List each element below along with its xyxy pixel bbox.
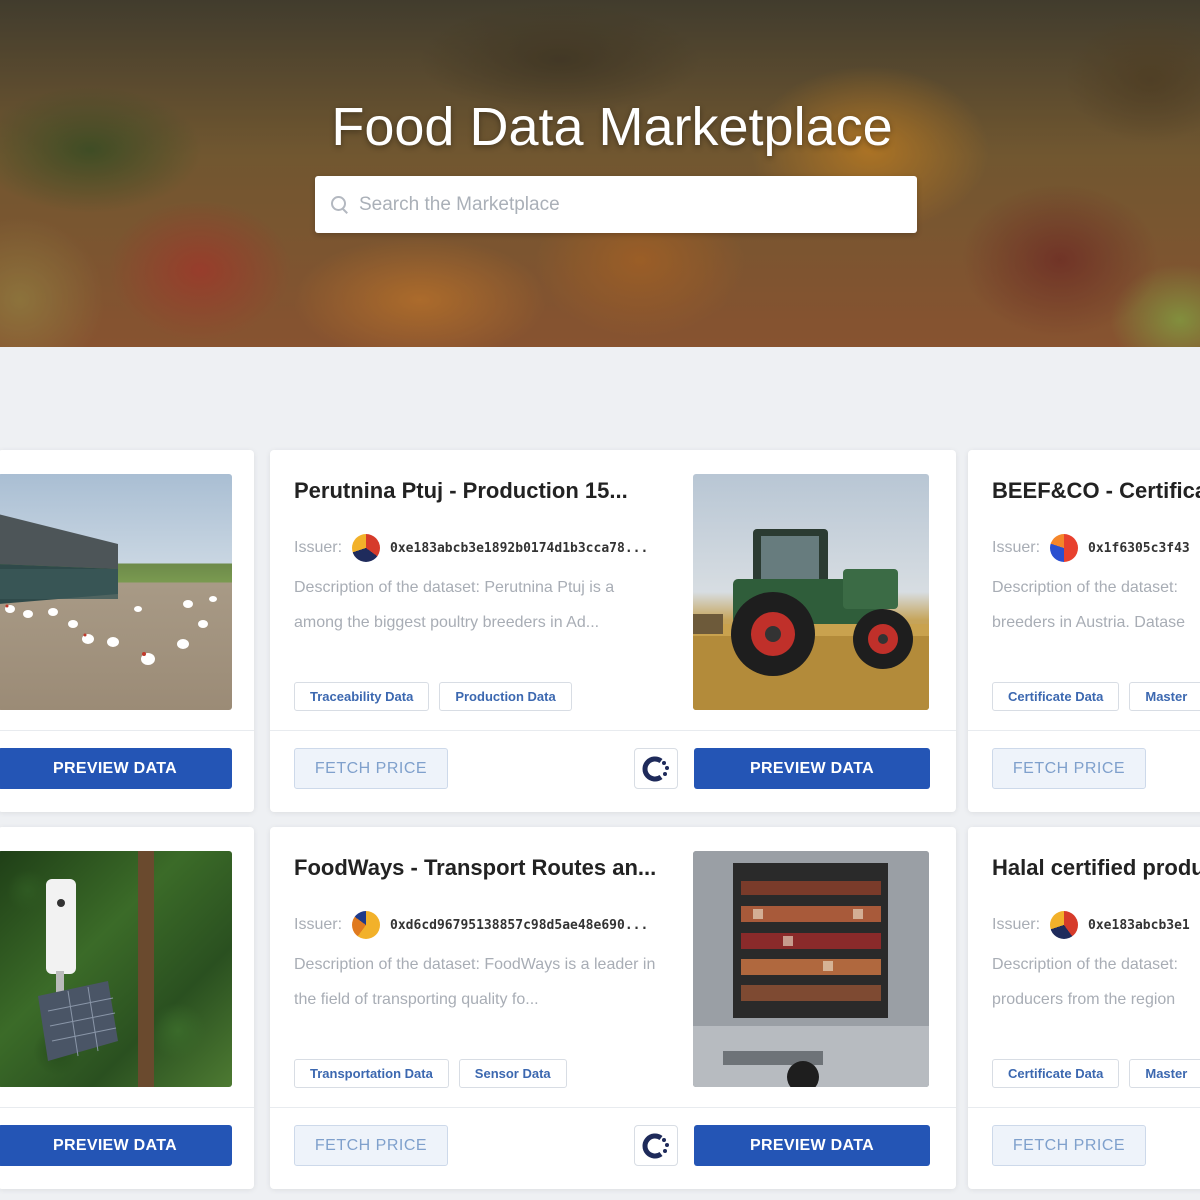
preview-data-button[interactable]: PREVIEW DATA	[694, 748, 930, 789]
fetch-price-button[interactable]: FETCH PRICE	[992, 1125, 1146, 1166]
fetch-price-button[interactable]: FETCH PRICE	[294, 748, 448, 789]
page-title: Food Data Marketplace	[331, 97, 893, 157]
tag-chip[interactable]: Master	[1129, 682, 1200, 711]
issuer-row: Issuer: 0xe183abcb3e1892b0174d1b3cca78..…	[294, 534, 648, 562]
preview-data-button[interactable]: PREVIEW DATA	[0, 748, 232, 789]
dataset-description: Description of the dataset: breeders in …	[992, 570, 1200, 640]
tractor-image	[693, 474, 929, 710]
description-line: among the biggest poultry breeders in Ad…	[294, 614, 600, 631]
description-line: the field of transporting quality fo...	[294, 991, 539, 1008]
tag-chip[interactable]: Production Data	[439, 682, 572, 711]
card-divider	[270, 1107, 956, 1108]
delivery-truck-illustration	[693, 851, 929, 1087]
issuer-label: Issuer:	[294, 916, 343, 933]
fetch-price-button[interactable]: FETCH PRICE	[992, 748, 1146, 789]
dataset-card-halal[interactable]: Halal certified produ Issuer: 0xe183abcb…	[968, 827, 1200, 1189]
card-divider	[0, 730, 254, 731]
description-line: Description of the dataset: FoodWays is …	[294, 956, 656, 973]
preview-data-button[interactable]: PREVIEW DATA	[0, 1125, 232, 1166]
tag-list: Traceability Data Production Data	[294, 682, 572, 711]
search-icon	[331, 195, 349, 214]
issuer-address[interactable]: 0xe183abcb3e1	[1088, 918, 1190, 933]
dataset-card-beefco[interactable]: BEEF&CO - Certifica Issuer: 0x1f6305c3f4…	[968, 450, 1200, 812]
description-line: Description of the dataset:	[992, 579, 1178, 596]
delivery-truck-image	[693, 851, 929, 1087]
tag-chip[interactable]: Certificate Data	[992, 682, 1120, 711]
field-sensor-illustration	[38, 851, 154, 1087]
dataset-card-perutnina[interactable]: Perutnina Ptuj - Production 15... Issuer…	[270, 450, 956, 812]
card-title[interactable]: Halal certified produ	[992, 855, 1200, 881]
token-logo-icon	[642, 1133, 669, 1158]
tag-chip[interactable]: Traceability Data	[294, 682, 430, 711]
tag-chip[interactable]: Master	[1129, 1059, 1200, 1088]
issuer-row: Issuer: 0xe183abcb3e1	[992, 911, 1190, 939]
token-icon[interactable]	[634, 748, 678, 789]
card-divider	[0, 1107, 254, 1108]
description-line: Description of the dataset:	[992, 956, 1178, 973]
hero-banner: Food Data Marketplace	[0, 0, 1200, 347]
card-divider	[968, 730, 1200, 731]
description-line: Description of the dataset: Perutnina Pt…	[294, 579, 615, 596]
tractor-illustration	[693, 529, 929, 710]
dataset-card-foodways[interactable]: FoodWays - Transport Routes an... Issuer…	[270, 827, 956, 1189]
tag-list: Certificate Data Master	[992, 682, 1200, 711]
issuer-avatar	[1050, 911, 1079, 939]
issuer-row: Issuer: 0x1f6305c3f43	[992, 534, 1190, 562]
issuer-row: Issuer: 0xd6cd96795138857c98d5ae48e690..…	[294, 911, 648, 939]
fetch-price-button[interactable]: FETCH PRICE	[294, 1125, 448, 1166]
issuer-avatar	[1050, 534, 1079, 562]
issuer-label: Issuer:	[294, 539, 343, 556]
card-title[interactable]: FoodWays - Transport Routes an...	[294, 855, 674, 881]
card-title[interactable]: Perutnina Ptuj - Production 15...	[294, 478, 674, 504]
field-sensor-image	[0, 851, 232, 1087]
dataset-description: Description of the dataset: Perutnina Pt…	[294, 570, 689, 640]
poultry-farm-illustration	[0, 514, 217, 665]
issuer-address[interactable]: 0xd6cd96795138857c98d5ae48e690...	[390, 918, 648, 933]
issuer-label: Issuer:	[992, 916, 1041, 933]
issuer-avatar	[352, 534, 381, 562]
issuer-address[interactable]: 0xe183abcb3e1892b0174d1b3cca78...	[390, 541, 648, 556]
issuer-address[interactable]: 0x1f6305c3f43	[1088, 541, 1190, 556]
dataset-description: Description of the dataset: producers fr…	[992, 947, 1200, 1017]
search-input[interactable]	[359, 176, 917, 233]
dataset-card-sensor: PREVIEW DATA	[0, 827, 254, 1189]
card-divider	[270, 730, 956, 731]
tag-chip[interactable]: Certificate Data	[992, 1059, 1120, 1088]
token-icon[interactable]	[634, 1125, 678, 1166]
issuer-avatar	[352, 911, 381, 939]
token-logo-icon	[642, 756, 669, 781]
description-line: producers from the region	[992, 991, 1176, 1008]
tag-chip[interactable]: Sensor Data	[458, 1059, 567, 1088]
poultry-farm-image	[0, 474, 232, 710]
card-divider	[968, 1107, 1200, 1108]
issuer-label: Issuer:	[992, 539, 1041, 556]
tag-list: Transportation Data Sensor Data	[294, 1059, 567, 1088]
preview-data-button[interactable]: PREVIEW DATA	[694, 1125, 930, 1166]
tag-chip[interactable]: Transportation Data	[294, 1059, 449, 1088]
tag-list: Certificate Data Master	[992, 1059, 1200, 1088]
dataset-description: Description of the dataset: FoodWays is …	[294, 947, 689, 1017]
dataset-card-poultry: PREVIEW DATA	[0, 450, 254, 812]
description-line: breeders in Austria. Datase	[992, 614, 1185, 631]
card-title[interactable]: BEEF&CO - Certifica	[992, 478, 1200, 504]
search-bar[interactable]	[315, 176, 917, 233]
